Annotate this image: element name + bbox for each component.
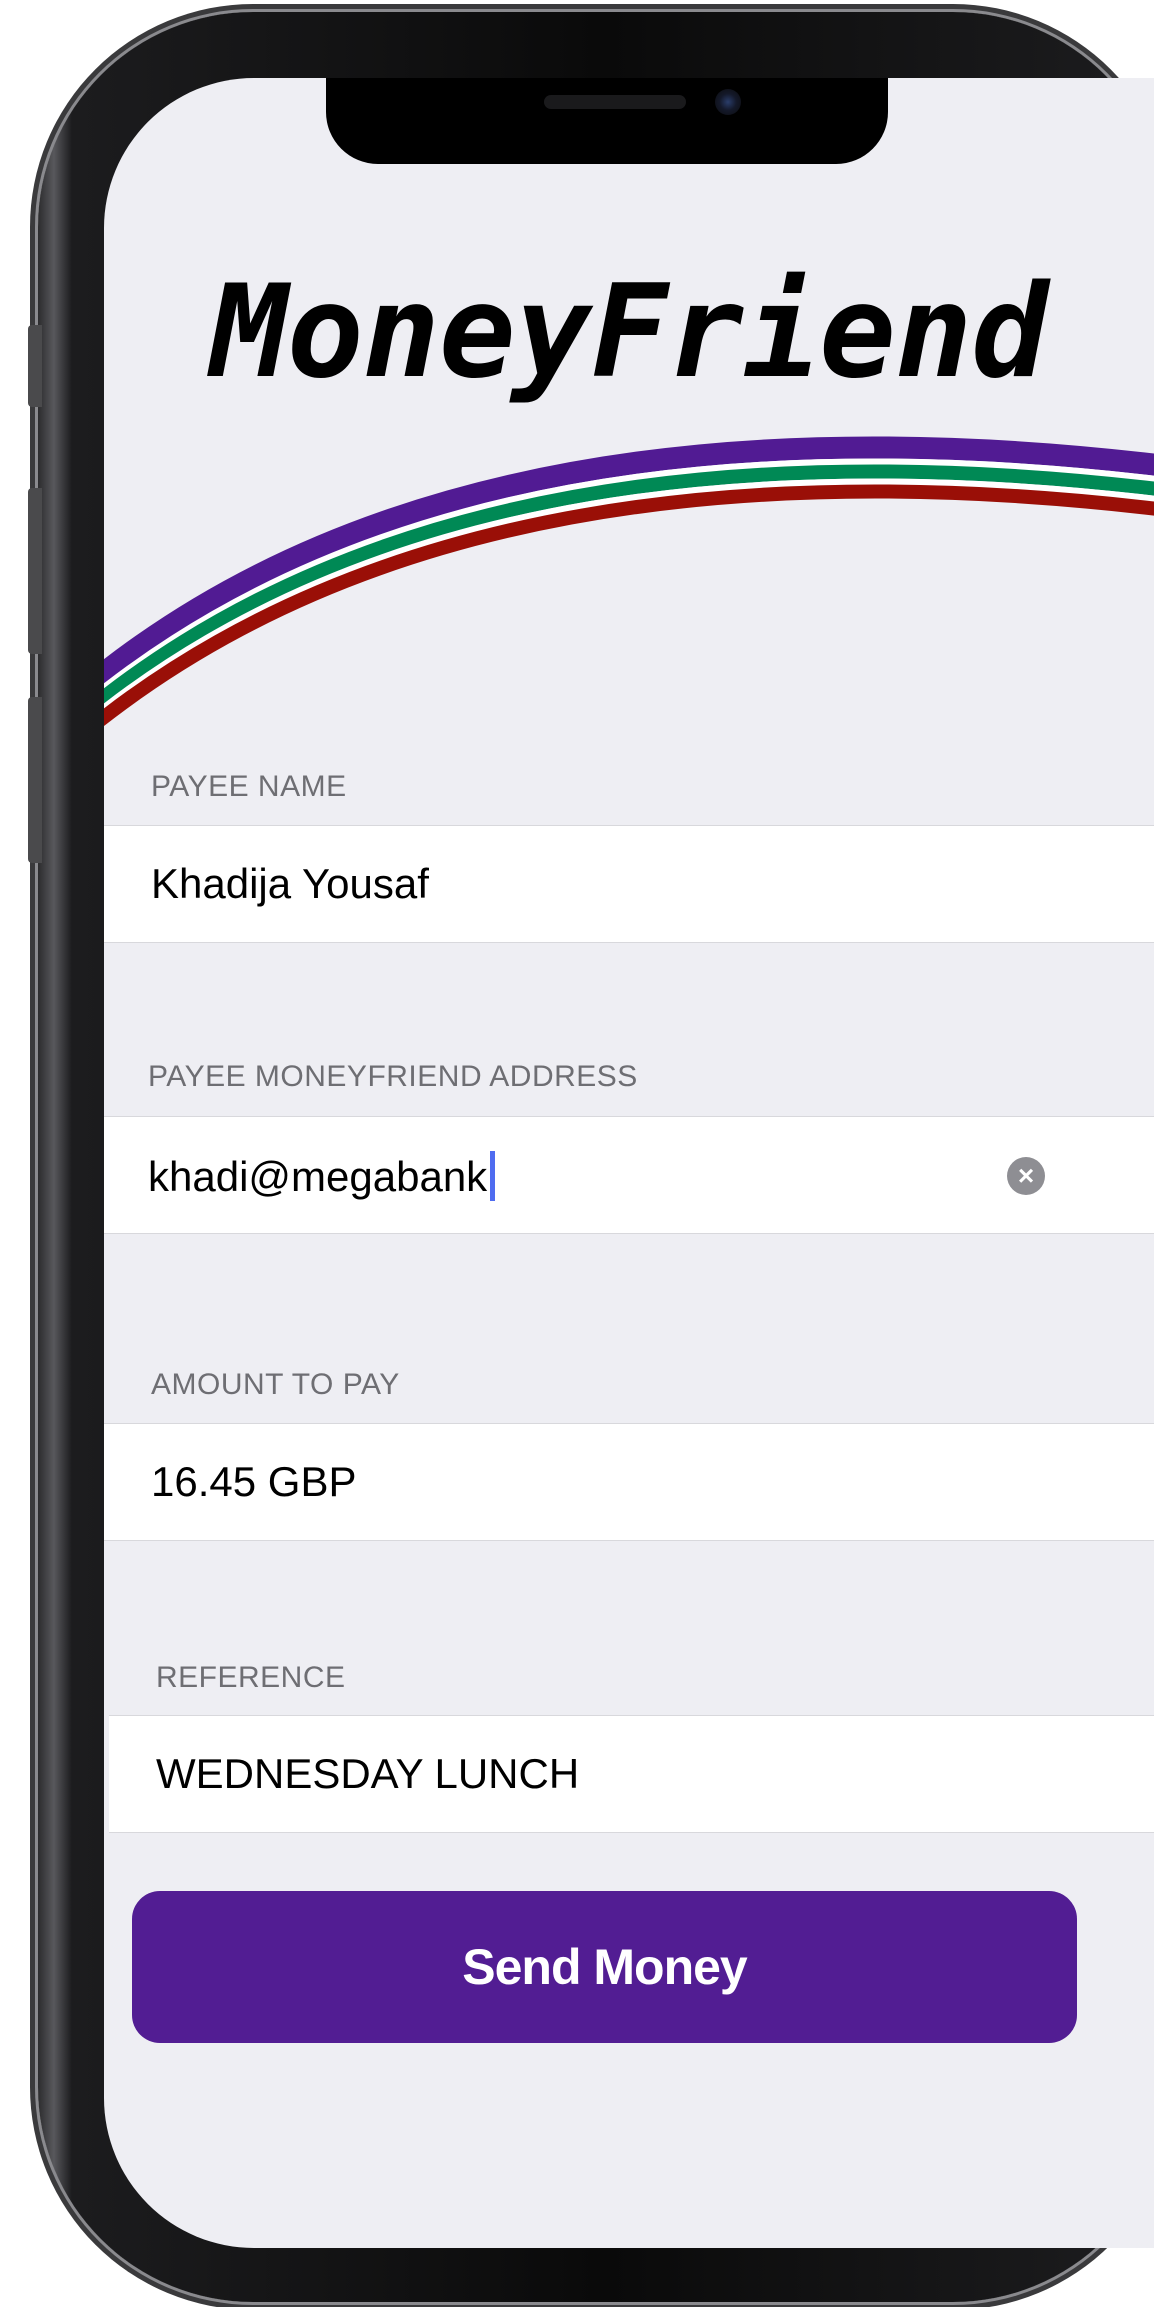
front-camera xyxy=(715,89,741,115)
amount-field[interactable]: 16.45 GBP xyxy=(104,1423,1154,1541)
speaker-grille xyxy=(544,95,686,109)
brand-stripe-decoration xyxy=(104,436,1154,727)
payee-name-value: Khadija Yousaf xyxy=(151,860,429,907)
payee-address-field[interactable]: khadi@megabank × xyxy=(104,1116,1154,1234)
send-money-button[interactable]: Send Money xyxy=(132,1891,1077,2043)
payee-address-text: khadi@megabank xyxy=(148,1151,496,1201)
payee-name-field[interactable]: Khadija Yousaf xyxy=(104,825,1154,943)
phone-notch xyxy=(326,78,888,164)
phone-silent-switch xyxy=(28,325,42,407)
app-screen: MoneyFriend PAYEE NAME Khadija Yousaf PA… xyxy=(104,78,1154,2248)
reference-field[interactable]: WEDNESDAY LUNCH xyxy=(109,1715,1154,1833)
amount-label: AMOUNT TO PAY xyxy=(151,1368,400,1401)
reference-label: REFERENCE xyxy=(156,1661,346,1694)
phone-volume-up-button xyxy=(28,488,42,654)
reference-value: WEDNESDAY LUNCH xyxy=(156,1750,580,1797)
phone-volume-down-button xyxy=(28,697,42,863)
payee-address-label: PAYEE MONEYFRIEND ADDRESS xyxy=(148,1060,638,1093)
text-cursor xyxy=(490,1151,496,1201)
payee-name-label: PAYEE NAME xyxy=(151,770,347,803)
amount-value: 16.45 GBP xyxy=(151,1458,357,1505)
payee-address-value: khadi@megabank xyxy=(148,1153,488,1200)
clear-icon[interactable]: × xyxy=(1007,1157,1045,1195)
app-title: MoneyFriend xyxy=(210,258,1049,407)
